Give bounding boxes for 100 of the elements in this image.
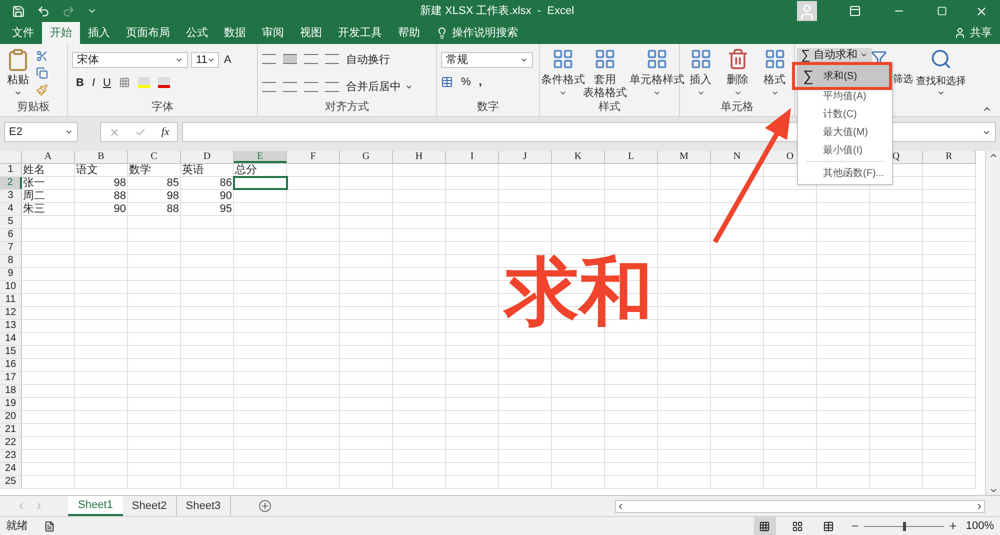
row-header: 2 [0, 177, 22, 189]
menu-item[interactable]: 计数(C) [798, 105, 892, 123]
row-header: 11 [0, 294, 22, 306]
ribbon-button[interactable]: 删除 [721, 48, 754, 100]
save-icon[interactable] [12, 4, 25, 18]
table-style-icon [646, 48, 668, 70]
macro-icon[interactable] [44, 520, 55, 532]
group-label: 对齐方式 [325, 100, 369, 114]
column-header: R [923, 151, 976, 163]
ribbon-button[interactable]: 格式 [758, 48, 791, 100]
ribbon-display-icon[interactable] [849, 5, 861, 17]
ribbon-button[interactable]: 单元格样式 [628, 48, 686, 100]
menu-item[interactable]: 平均值(A) [798, 87, 892, 105]
fill-color-icon[interactable] [138, 77, 150, 88]
ribbon-tab[interactable]: 视图 [292, 22, 330, 44]
caret-icon [520, 56, 528, 64]
person-icon [954, 27, 966, 39]
ribbon-tab[interactable]: 公式 [178, 22, 216, 44]
restore-icon[interactable] [937, 6, 947, 16]
ribbon-tab[interactable]: 帮助 [390, 22, 428, 44]
column-header: J [499, 151, 552, 163]
caret-icon [770, 89, 778, 97]
format-painter-icon[interactable] [36, 84, 48, 96]
grow-font-button[interactable]: A [222, 52, 234, 68]
name-box[interactable]: E2 [4, 122, 78, 142]
underline-button[interactable]: U [103, 74, 111, 91]
column-header: B [75, 151, 128, 163]
autosum-button[interactable]: ∑ 自动求和 [797, 48, 872, 62]
zoom-in-icon[interactable] [948, 521, 958, 531]
table-cell: 张一 [22, 177, 75, 189]
row-header: 12 [0, 307, 22, 319]
group-label: 单元格 [720, 100, 754, 114]
italic-button[interactable]: I [92, 74, 96, 91]
sort-filter-label[interactable]: 筛选 [893, 72, 913, 87]
share-button[interactable]: 共享 [970, 24, 992, 42]
add-sheet-icon[interactable] [258, 500, 271, 512]
percent-button[interactable]: % [461, 74, 471, 90]
row-header: 24 [0, 463, 22, 475]
ribbon-tab[interactable]: 插入 [80, 22, 118, 44]
clipboard-icon [6, 48, 30, 72]
menu-item[interactable]: 其他函数(F)... [798, 164, 892, 182]
vertical-scrollbar[interactable] [985, 151, 1000, 495]
insert-function-button[interactable]: fx [161, 124, 170, 140]
align-icon[interactable] [262, 54, 276, 64]
ribbon-tab[interactable]: 页面布局 [118, 22, 178, 44]
ribbon-tab[interactable]: 审阅 [254, 22, 292, 44]
caret-icon [734, 89, 742, 97]
table-cell: 88 [128, 203, 181, 215]
close-icon[interactable] [975, 4, 988, 18]
horizontal-scrollbar[interactable] [615, 500, 985, 512]
copy-icon[interactable] [36, 67, 48, 79]
align-icon[interactable] [304, 54, 318, 64]
paste-button[interactable]: 粘贴 [4, 48, 32, 100]
page-break-icon[interactable] [822, 520, 834, 532]
menu-item[interactable]: ∑ 求和(S) [798, 65, 892, 87]
sheet-tab[interactable]: Sheet1 [68, 496, 123, 516]
grid-icon [690, 48, 712, 70]
caret-icon [65, 128, 73, 136]
ribbon-tab[interactable]: 开发工具 [330, 22, 390, 44]
status-text: 就绪 [6, 518, 28, 534]
row-header: 7 [0, 242, 22, 254]
row-header: 10 [0, 281, 22, 293]
font-name-dropdown[interactable]: 宋体 [72, 52, 188, 68]
ribbon-tab[interactable]: 数据 [216, 22, 254, 44]
font-color-icon[interactable] [158, 77, 170, 88]
page-layout-icon[interactable] [792, 520, 803, 532]
ribbon-tab[interactable]: 文件 [4, 22, 42, 44]
number-format-dropdown[interactable]: 常规 [441, 52, 533, 68]
undo-icon[interactable] [37, 4, 50, 18]
table-cell: 86 [181, 177, 234, 189]
font-size-dropdown[interactable]: 11 [191, 52, 219, 68]
ribbon-tab[interactable]: 开始 [42, 22, 80, 44]
column-header: F [287, 151, 340, 163]
table-cell: 语文 [75, 164, 128, 176]
align-icon[interactable] [262, 82, 276, 92]
row-header: 23 [0, 450, 22, 462]
check-icon[interactable] [135, 126, 146, 138]
zoom-slider[interactable] [864, 522, 944, 530]
table-cell: 88 [75, 190, 128, 202]
menu-item[interactable]: 最大值(M) [798, 123, 892, 141]
table-cell: 朱三 [22, 203, 75, 215]
table-cell: 周二 [22, 190, 75, 202]
align-icon[interactable] [304, 82, 318, 92]
normal-view-button[interactable] [754, 517, 776, 535]
comma-button[interactable]: , [478, 74, 482, 90]
find-select-button[interactable]: 查找和选择 [916, 48, 966, 97]
cut-icon[interactable] [36, 50, 48, 62]
wrap-text-button[interactable]: 自动换行 [346, 52, 413, 68]
bold-button[interactable]: B [76, 74, 84, 91]
align-icon[interactable] [325, 54, 339, 64]
cancel-icon[interactable] [108, 126, 120, 138]
align-icon[interactable] [283, 82, 297, 92]
grid-icon [764, 48, 786, 70]
align-icon[interactable] [325, 82, 339, 92]
border-icon[interactable] [118, 77, 130, 88]
ribbon-button[interactable]: 插入 [684, 48, 717, 100]
row-header: 8 [0, 255, 22, 267]
merge-center-button[interactable]: 合并后居中 [346, 78, 413, 95]
align-icon[interactable] [283, 54, 297, 64]
tell-me-field[interactable]: 操作说明搜索 [452, 24, 542, 42]
